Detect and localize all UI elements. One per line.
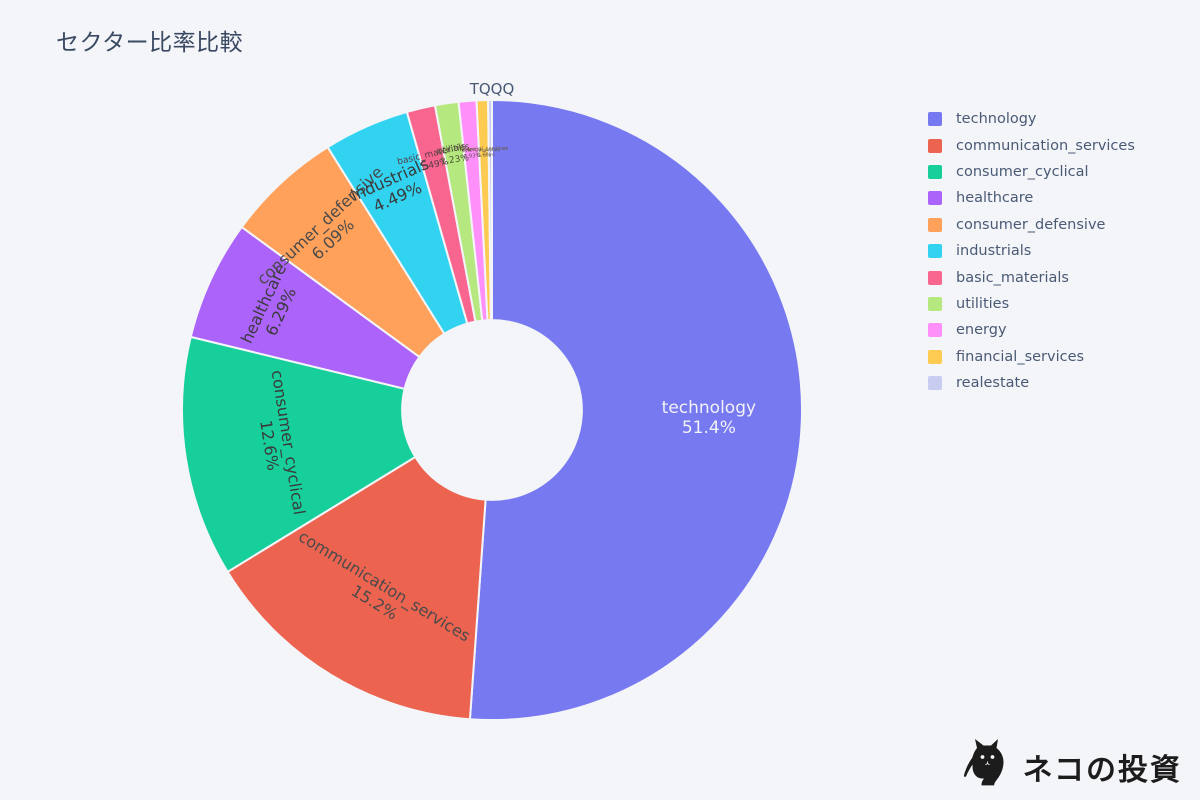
legend-swatch-icon — [928, 349, 942, 364]
legend-item[interactable]: realestate — [928, 370, 1190, 396]
chart-root: セクター比率比較 technology 51.4% communication_se… — [0, 0, 1200, 800]
cat-silhouette-icon — [963, 739, 1004, 786]
legend-item[interactable]: industrials — [928, 238, 1190, 264]
legend-item[interactable]: communication_services — [928, 132, 1190, 158]
legend-swatch-icon — [928, 217, 942, 232]
legend-swatch-icon — [928, 112, 942, 127]
legend-item-label: healthcare — [956, 190, 1034, 207]
watermark-text: ネコの投資 — [1022, 753, 1182, 788]
pie-chart: technology 51.4% communication_services 15.… — [0, 0, 900, 800]
legend-item[interactable]: energy — [928, 317, 1190, 343]
legend-item-label: financial_services — [956, 348, 1085, 365]
legend-item-label: industrials — [956, 243, 1032, 260]
legend: technology communication_services consumer… — [928, 106, 1190, 396]
legend-item[interactable]: consumer_cyclical — [928, 159, 1190, 185]
legend-item-label: consumer_cyclical — [956, 163, 1089, 180]
legend-item[interactable]: financial_services — [928, 344, 1190, 370]
pie-slices-group — [181, 98, 803, 721]
pie-chart-svg — [181, 98, 803, 721]
legend-item-label: utilities — [956, 295, 1010, 312]
legend-item-label: consumer_defensive — [956, 216, 1106, 233]
legend-swatch-icon — [928, 244, 942, 259]
legend-swatch-icon — [928, 296, 942, 311]
legend-item[interactable]: technology — [928, 106, 1190, 132]
legend-item-label: realestate — [956, 375, 1030, 392]
pie-slice[interactable] — [468, 98, 803, 721]
legend-swatch-icon — [928, 323, 942, 338]
legend-swatch-icon — [928, 191, 942, 206]
legend-swatch-icon — [928, 376, 942, 391]
legend-swatch-icon — [928, 164, 942, 179]
watermark: ネコの投資 — [963, 738, 1182, 788]
legend-swatch-icon — [928, 270, 942, 285]
legend-item-label: energy — [956, 322, 1007, 339]
legend-item-label: communication_services — [956, 137, 1135, 154]
legend-item[interactable]: consumer_defensive — [928, 212, 1190, 238]
legend-item-label: technology — [956, 111, 1037, 128]
pie-annotation-ticker: TQQQ — [469, 80, 515, 98]
legend-item[interactable]: utilities — [928, 291, 1190, 317]
legend-swatch-icon — [928, 138, 942, 153]
legend-item[interactable]: healthcare — [928, 185, 1190, 211]
legend-item[interactable]: basic_materials — [928, 264, 1190, 290]
legend-item-label: basic_materials — [956, 269, 1069, 286]
